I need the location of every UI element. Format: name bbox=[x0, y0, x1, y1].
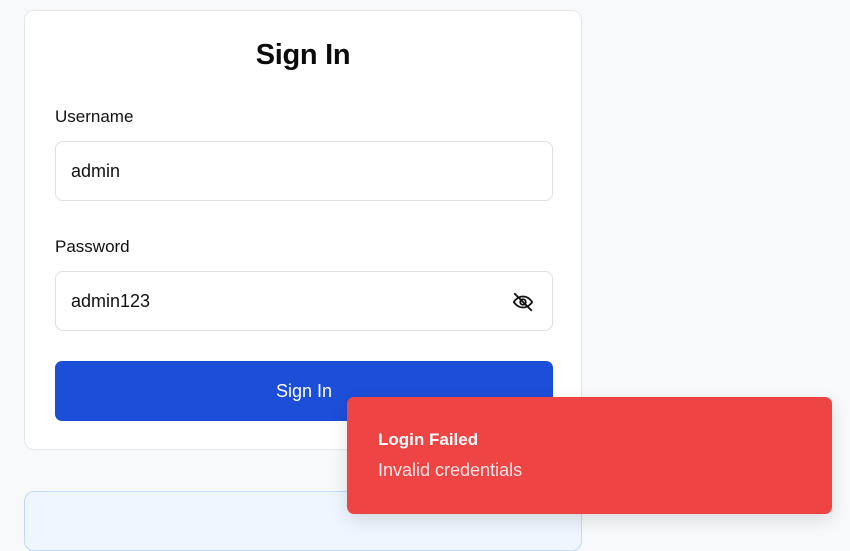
error-toast[interactable]: Login Failed Invalid credentials bbox=[347, 397, 832, 514]
eye-off-icon[interactable] bbox=[512, 291, 534, 313]
username-input[interactable] bbox=[56, 142, 552, 200]
toast-title: Login Failed bbox=[378, 430, 479, 449]
username-label: Username bbox=[55, 107, 134, 126]
toast-message: Invalid credentials bbox=[378, 460, 523, 480]
page-title: Sign In bbox=[255, 39, 351, 71]
password-input[interactable] bbox=[56, 272, 552, 330]
password-label: Password bbox=[55, 237, 130, 256]
password-field-wrapper bbox=[55, 271, 553, 331]
username-field-wrapper bbox=[55, 141, 553, 201]
login-card: Sign In Username Password Sign In bbox=[24, 10, 582, 450]
